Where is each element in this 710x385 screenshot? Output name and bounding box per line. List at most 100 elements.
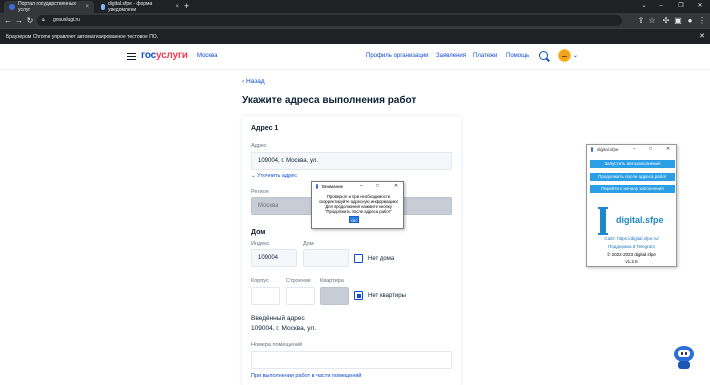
- entered-address-value: 109004, г. Москва, ул.: [251, 325, 316, 332]
- nav-profile-organization[interactable]: Профиль организации: [366, 53, 429, 59]
- panel-site-link[interactable]: Сайт: https://digital.sfpe.ru/: [587, 236, 676, 241]
- dialog-minimize-icon[interactable]: –: [360, 182, 363, 191]
- chevron-down-icon[interactable]: ⌄: [573, 52, 578, 59]
- reload-icon[interactable]: ↻: [25, 15, 35, 26]
- address-field[interactable]: 109004, г. Москва, ул.: [251, 152, 452, 170]
- chatbot-body: [678, 361, 690, 369]
- close-window-icon[interactable]: ✕: [692, 0, 708, 13]
- panel-telegram-link[interactable]: Поддержка в Telegram: [587, 244, 676, 249]
- close-tab-icon[interactable]: ×: [85, 4, 89, 10]
- apartment-field: [320, 287, 349, 305]
- region-value: Москва: [258, 203, 279, 209]
- browser-toolbar: ← → ↻ 🔒︎ gosuslugi.ru ⇪ ☆ ✣ ▣ ● ⋮: [0, 13, 710, 28]
- page-title: Укажите адреса выполнения работ: [242, 95, 417, 106]
- sidepanel-icon[interactable]: ▣: [673, 15, 683, 26]
- automation-infobar: Браузером Chrome управляет автоматизиров…: [0, 28, 710, 44]
- dialog-maximize-icon[interactable]: □: [376, 182, 379, 191]
- panel-version: v1.2.6: [625, 259, 638, 264]
- share-icon[interactable]: ⇪: [636, 15, 646, 26]
- url-text: gosuslugi.ru: [53, 17, 80, 23]
- korpus-field[interactable]: [251, 287, 280, 305]
- entered-address-label: Введённый адрес: [251, 315, 305, 322]
- partial-rooms-link[interactable]: При выполнении работ в части помещений: [251, 373, 362, 379]
- infobar-close-icon[interactable]: ✕: [699, 29, 705, 45]
- dialog-message: Проверьте и при необходимости скорректир…: [315, 194, 402, 214]
- gosuslugi-logo[interactable]: госуслуги: [141, 50, 188, 61]
- section-address-1: Адрес 1: [251, 125, 279, 132]
- extensions-icon[interactable]: ✣: [661, 15, 671, 26]
- dialog-close-icon[interactable]: ✕: [394, 182, 398, 191]
- no-apartment-checkbox[interactable]: [354, 291, 363, 300]
- house-field[interactable]: [303, 249, 349, 267]
- tab-title: digital.sfpe - форма уведомлени: [108, 1, 153, 13]
- house-label: Дом: [303, 241, 314, 247]
- index-label: Индекс: [251, 241, 270, 247]
- sfpe-favicon-icon: [101, 4, 105, 10]
- korpus-label: Корпус: [251, 278, 269, 284]
- avatar[interactable]: [558, 49, 571, 62]
- site-header: госуслуги Москва Профиль организации Зая…: [0, 44, 710, 70]
- bookmark-star-icon[interactable]: ☆: [647, 15, 657, 26]
- rooms-label: Номера помещений: [251, 342, 303, 348]
- nav-applications[interactable]: Заявления: [436, 53, 466, 59]
- no-house-label: Нет дома: [368, 256, 395, 262]
- new-tab-icon[interactable]: +: [184, 1, 189, 12]
- back-arrow-icon[interactable]: ←: [3, 15, 13, 26]
- back-label: Назад: [245, 78, 265, 85]
- tab-title: Портал государственных услуг: [18, 1, 76, 13]
- start-autofill-button[interactable]: Запустить автозаполнение: [590, 160, 675, 168]
- infobar-text: Браузером Chrome управляет автоматизиров…: [6, 34, 159, 40]
- sfpe-logo-icon: [598, 207, 608, 235]
- refine-address-label: Уточнить адрес: [257, 173, 298, 179]
- panel-brand: digital.sfpe: [616, 215, 664, 225]
- app-icon: [591, 147, 593, 152]
- chatbot-face: [678, 350, 690, 357]
- region-selector[interactable]: Москва: [197, 53, 217, 59]
- no-house-checkbox[interactable]: [354, 254, 363, 263]
- browser-tabbar: Портал государственных услуг × digital.s…: [0, 0, 710, 13]
- panel-title: digital.sfpe: [597, 147, 619, 152]
- refine-address-link[interactable]: ⌄ Уточнить адрес: [251, 173, 297, 179]
- menu-kebab-icon[interactable]: ⋮: [697, 15, 707, 26]
- index-field[interactable]: 109004: [251, 249, 297, 267]
- panel-minimize-icon[interactable]: –: [633, 145, 636, 154]
- chatbot-icon[interactable]: [671, 344, 697, 370]
- no-apartment-label: Нет квартиры: [368, 293, 406, 299]
- gosuslugi-favicon-icon: [9, 4, 15, 10]
- forward-arrow-icon[interactable]: →: [14, 15, 24, 26]
- goto-start-button[interactable]: Перейти к началу заполнения: [590, 185, 675, 193]
- tab-search-icon[interactable]: ⌄: [636, 0, 652, 13]
- address-bar[interactable]: 🔒︎ gosuslugi.ru: [37, 15, 622, 26]
- panel-close-icon[interactable]: ✕: [666, 145, 670, 154]
- tab-gosuslugi[interactable]: Портал государственных услуг ×: [4, 1, 94, 13]
- apartment-label: Квартира: [320, 278, 344, 284]
- stroenie-field[interactable]: [286, 287, 315, 305]
- address-label: Адрес: [251, 143, 267, 149]
- tab-digital-sfpe[interactable]: digital.sfpe - форма уведомлени ×: [96, 1, 184, 13]
- minimize-icon[interactable]: –: [653, 0, 669, 13]
- search-icon[interactable]: [539, 51, 548, 60]
- panel-copyright: © 2022-2023 digital.sfpe: [607, 252, 656, 257]
- panel-titlebar: digital.sfpe: [587, 145, 676, 154]
- dialog-titlebar: Внимание: [312, 182, 403, 191]
- region-label: Регион: [251, 189, 269, 195]
- nav-help[interactable]: Помощь: [506, 53, 529, 59]
- close-tab-icon[interactable]: ×: [175, 4, 179, 10]
- address-card: Адрес 1 Адрес 109004, г. Москва, ул. ⌄ У…: [242, 116, 461, 385]
- lock-icon: 🔒︎: [42, 17, 45, 23]
- profile-icon[interactable]: ●: [685, 15, 695, 26]
- stroenie-label: Строение: [286, 278, 311, 284]
- app-icon: [316, 184, 318, 189]
- maximize-icon[interactable]: ❐: [673, 0, 689, 13]
- nav-payments[interactable]: Платежи: [473, 53, 497, 59]
- dialog-ok-button[interactable]: OK: [349, 216, 359, 223]
- rooms-field[interactable]: [251, 351, 452, 369]
- address-value: 109004, г. Москва, ул.: [258, 158, 318, 164]
- back-link[interactable]: ‹ Назад: [242, 78, 265, 85]
- dialog-title: Внимание: [322, 184, 344, 189]
- hamburger-menu-icon[interactable]: [127, 53, 136, 60]
- dialog-message-line: "Продолжить после адреса работ": [325, 209, 392, 214]
- logo-part-uslugi: услуги: [155, 50, 188, 61]
- panel-maximize-icon[interactable]: □: [649, 145, 652, 154]
- continue-after-address-button[interactable]: Продолжить после адреса работ: [590, 173, 675, 181]
